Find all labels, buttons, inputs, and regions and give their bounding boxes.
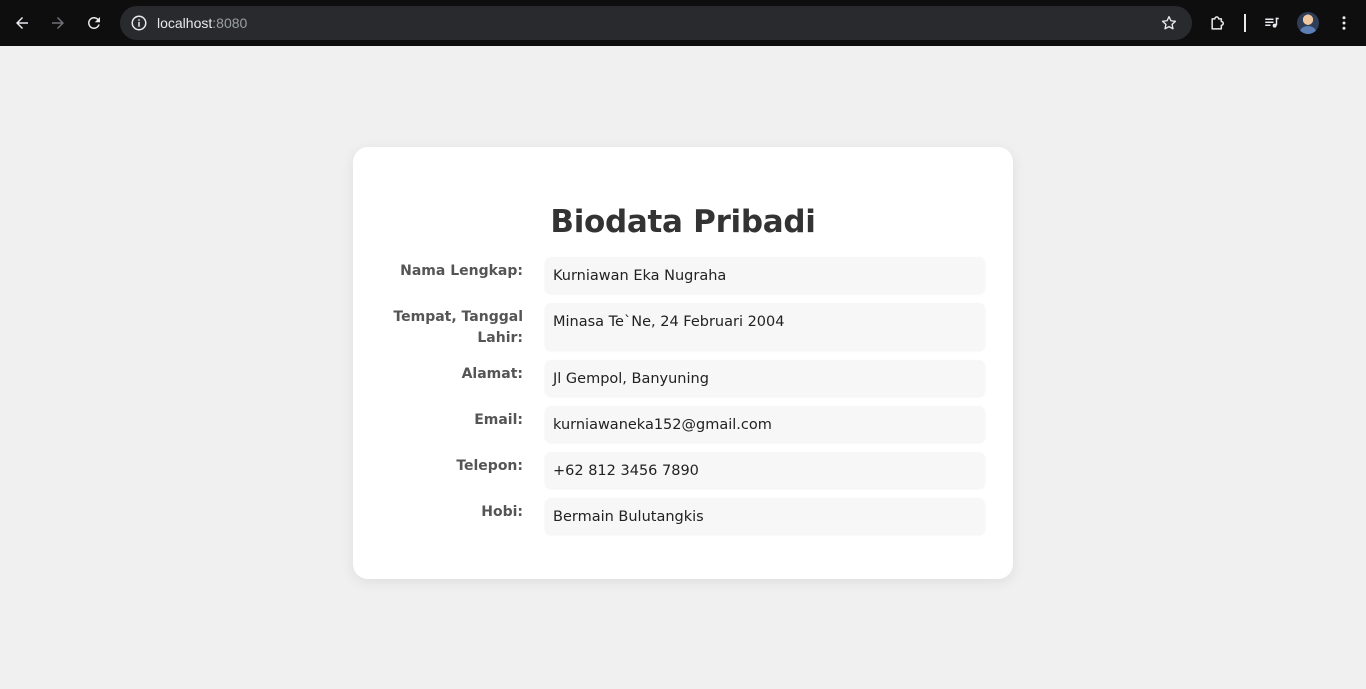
page-viewport: Biodata Pribadi Nama Lengkap: Kurniawan …: [0, 46, 1366, 689]
reload-icon: [87, 16, 100, 29]
field-value: Kurniawan Eka Nugraha: [545, 257, 985, 293]
address-bar[interactable]: localhost:8080: [120, 6, 1192, 40]
url-host: localhost: [157, 15, 213, 31]
biodata-card: Biodata Pribadi Nama Lengkap: Kurniawan …: [353, 147, 1013, 579]
toolbar-divider: [1244, 14, 1246, 32]
field-value: kurniawaneka152@gmail.com: [545, 406, 985, 442]
kebab-menu-icon: [1342, 16, 1346, 30]
media-button[interactable]: [1260, 11, 1284, 35]
field-value: Minasa Te`Ne, 24 Februari 2004: [545, 303, 985, 350]
arrow-right-icon: [52, 17, 64, 29]
forward-button[interactable]: [46, 11, 70, 35]
field-label: Hobi:: [481, 504, 523, 520]
back-button[interactable]: [10, 11, 34, 35]
field-value: +62 812 3456 7890: [545, 452, 985, 488]
reload-button[interactable]: [82, 11, 106, 35]
menu-button[interactable]: [1332, 11, 1356, 35]
page-title: Biodata Pribadi: [550, 204, 816, 240]
puzzle-icon: [1211, 16, 1224, 30]
media-queue-icon: [1265, 17, 1279, 28]
extensions-button[interactable]: [1206, 11, 1230, 35]
field-value: Jl Gempol, Banyuning: [545, 360, 985, 396]
field-label: Nama Lengkap:: [400, 263, 523, 279]
field-label: Tempat, Tanggal Lahir:: [393, 309, 523, 346]
field-value: Bermain Bulutangkis: [545, 498, 985, 534]
url-text[interactable]: localhost:8080: [157, 14, 247, 32]
star-icon[interactable]: [1160, 14, 1178, 32]
site-info-button[interactable]: [130, 14, 148, 32]
profile-avatar[interactable]: [1297, 12, 1319, 34]
field-label: Alamat:: [461, 366, 523, 382]
field-label: Telepon:: [456, 458, 523, 474]
arrow-left-icon: [16, 17, 28, 29]
field-label: Email:: [474, 412, 523, 428]
browser-toolbar: localhost:8080: [0, 0, 1366, 46]
url-port: :8080: [212, 15, 248, 31]
info-icon: [131, 15, 147, 31]
